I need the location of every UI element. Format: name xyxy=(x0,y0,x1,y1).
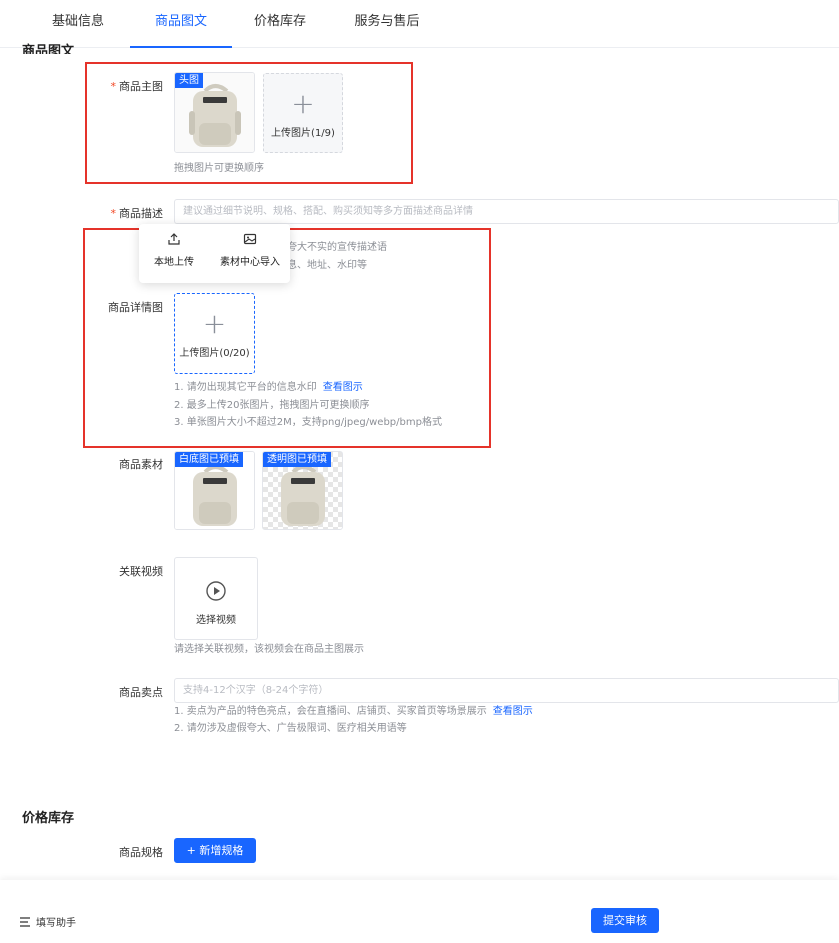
upload-icon xyxy=(168,233,180,245)
fill-assistant-button[interactable]: 填写助手 xyxy=(20,914,76,929)
section-title: 商品图文 xyxy=(22,44,75,54)
selling-point-input[interactable]: 支持4-12个汉字（8-24个字符） xyxy=(174,678,839,703)
plus-icon: + xyxy=(202,307,227,340)
local-upload-option[interactable]: 本地上传 xyxy=(139,224,209,276)
white-bg-image[interactable]: 白底图已预填 xyxy=(174,451,255,530)
main-image-hint: 拖拽图片可更换顺序 xyxy=(174,163,264,174)
cover-tag: 头图 xyxy=(175,73,203,88)
upload-label: 上传图片(0/20) xyxy=(179,348,250,359)
local-upload-label: 本地上传 xyxy=(154,257,194,268)
detail-hint-1: 1. 请勿出现其它平台的信息水印 查看图示 xyxy=(174,380,363,396)
submit-review-button[interactable]: 提交审核 xyxy=(591,908,659,933)
plus-icon: + xyxy=(291,87,315,120)
white-bg-tag: 白底图已预填 xyxy=(175,452,243,467)
tab-service[interactable]: 服务与售后 xyxy=(346,0,428,48)
detail-images-label: 商品详情图 xyxy=(108,301,163,314)
tab-product-media[interactable]: 商品图文 xyxy=(130,0,232,48)
tab-basic-info[interactable]: 基础信息 xyxy=(42,0,114,48)
upload-label: 上传图片(1/9) xyxy=(271,128,335,139)
selling-point-hint-1: 1. 卖点为产品的特色亮点，会在直播间、店铺页、买家首页等场景展示 查看图示 xyxy=(174,704,533,720)
detail-hint-2: 2. 最多上传20张图片，拖拽图片可更换顺序 xyxy=(174,400,370,411)
tab-price-stock[interactable]: 价格库存 xyxy=(244,0,316,48)
image-icon xyxy=(243,233,257,245)
transparent-image[interactable]: 透明图已预填 xyxy=(262,451,343,530)
select-video-label: 选择视频 xyxy=(196,615,236,626)
material-label: 商品素材 xyxy=(119,458,163,471)
add-spec-button[interactable]: + 新增规格 xyxy=(174,838,256,863)
main-image-label-text: 商品主图 xyxy=(119,80,163,93)
video-hint: 请选择关联视频，该视频会在商品主图展示 xyxy=(174,644,364,655)
select-video-button[interactable]: 选择视频 xyxy=(174,557,258,640)
tab-bar: 基础信息 商品图文 价格库存 服务与售后 xyxy=(0,0,839,48)
menu-icon xyxy=(20,917,30,927)
description-label-text: 商品描述 xyxy=(119,207,163,220)
transparent-tag: 透明图已预填 xyxy=(263,452,331,467)
main-image-upload[interactable]: + 上传图片(1/9) xyxy=(263,73,343,153)
selling-point-hint-1-text: 1. 卖点为产品的特色亮点，会在直播间、店铺页、买家首页等场景展示 xyxy=(174,706,487,717)
library-import-option[interactable]: 素材中心导入 xyxy=(210,224,290,276)
video-label: 关联视频 xyxy=(119,565,163,578)
detail-hint-1-text: 1. 请勿出现其它平台的信息水印 xyxy=(174,382,317,393)
view-example-link[interactable]: 查看图示 xyxy=(493,706,533,717)
detail-hint-3: 3. 单张图片大小不超过2M，支持png/jpeg/webp/bmp格式 xyxy=(174,417,442,428)
selling-point-label: 商品卖点 xyxy=(119,686,163,699)
description-input[interactable]: 建议通过细节说明、规格、搭配、购买须知等多方面描述商品详情 xyxy=(174,199,839,224)
fill-assistant-label: 填写助手 xyxy=(36,918,76,929)
view-example-link[interactable]: 查看图示 xyxy=(323,382,363,393)
library-import-label: 素材中心导入 xyxy=(220,257,280,268)
detail-images-upload[interactable]: + 上传图片(0/20) xyxy=(174,293,255,374)
play-icon xyxy=(206,581,226,601)
main-image-label: * 商品主图 xyxy=(110,80,164,93)
selling-point-hint-2: 2. 请勿涉及虚假夸大、广告极限词、医疗相关用语等 xyxy=(174,723,407,734)
main-image-thumbnail[interactable]: 头图 xyxy=(174,72,255,153)
upload-source-popover: 本地上传 素材中心导入 xyxy=(139,224,290,283)
price-section-title: 价格库存 xyxy=(22,811,75,826)
footer-bar: 填写助手 提交审核 xyxy=(0,880,839,943)
description-label: * 商品描述 xyxy=(110,207,164,220)
spec-label: 商品规格 xyxy=(119,846,163,859)
